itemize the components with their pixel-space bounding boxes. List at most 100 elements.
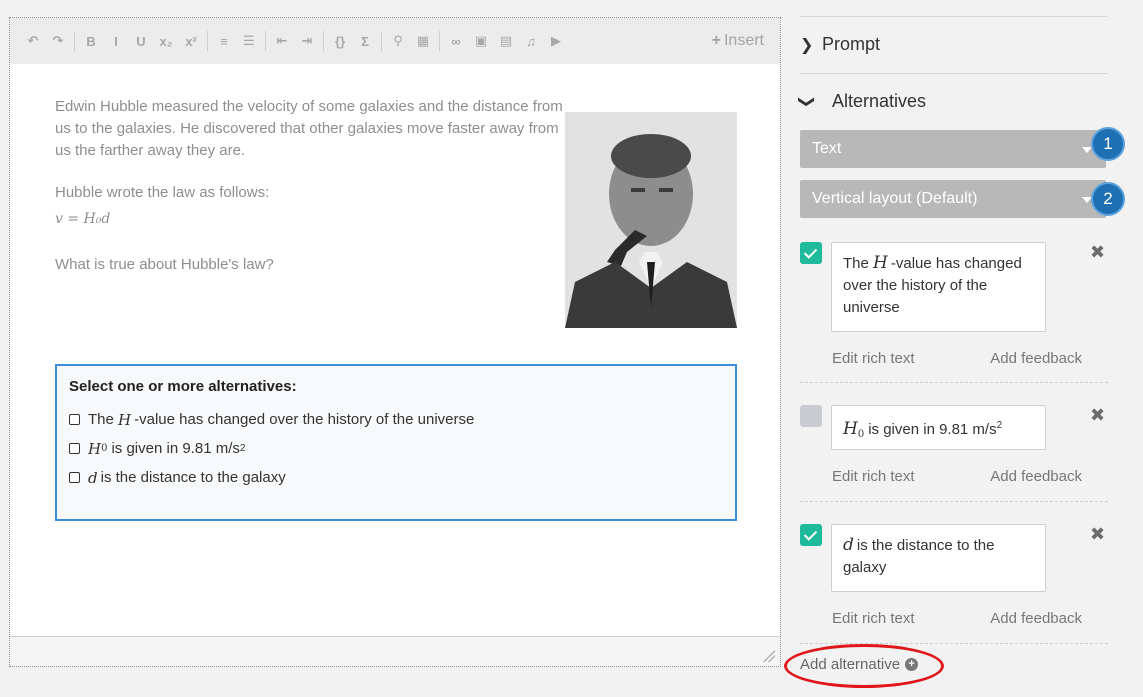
insert-button[interactable]: + Insert	[712, 32, 764, 50]
correct-checkbox[interactable]	[800, 524, 822, 546]
image-icon[interactable]: ▣	[470, 29, 492, 53]
layout-value: Vertical layout (Default)	[812, 190, 978, 207]
preview-alternative-1[interactable]: The H -value has changed over the histor…	[69, 405, 723, 434]
alternative-actions: Edit rich text Add feedback	[832, 350, 1082, 367]
alt1-text: -value has changed over the history of t…	[134, 411, 475, 428]
redo-icon[interactable]: ↷	[47, 29, 69, 53]
pdf-icon[interactable]: ▤	[495, 29, 517, 53]
remove-alternative-icon[interactable]: ✖	[1090, 242, 1105, 263]
bullet-list-icon[interactable]: ☰	[238, 29, 260, 53]
superscript-icon[interactable]: x²	[180, 29, 202, 53]
alt2-variable: H	[88, 439, 102, 458]
answer-type-dropdown[interactable]: Text	[800, 130, 1106, 168]
indent-icon[interactable]: ⇥	[296, 29, 318, 53]
toolbar-buttons: ↶ ↷ B I Ux₂ x² ≡ ☰ ⇤ ⇥ {} Σ ⚲ ▦ ∞ ▣ ▤ ♫ ▶	[22, 29, 570, 53]
chevron-down-icon: ❯	[798, 94, 815, 108]
alt-text: is the distance to the galaxy	[843, 537, 995, 576]
audio-icon[interactable]: ♫	[520, 29, 542, 53]
rich-text-editor[interactable]: ↶ ↷ B I Ux₂ x² ≡ ☰ ⇤ ⇥ {} Σ ⚲ ▦ ∞ ▣ ▤ ♫ ▶ + Insert Edwin H…	[9, 17, 781, 667]
undo-icon[interactable]: ↶	[22, 29, 44, 53]
toolbar-separator	[74, 31, 75, 51]
code-icon[interactable]: {}	[329, 29, 351, 53]
alt3-text: is the distance to the galaxy	[100, 469, 286, 486]
plus-circle-icon: +	[905, 658, 919, 671]
italic-icon[interactable]: I	[105, 29, 127, 53]
remove-alternative-icon[interactable]: ✖	[1090, 405, 1105, 426]
alt2-subscript: 0	[101, 443, 108, 454]
alternative-actions: Edit rich text Add feedback	[832, 610, 1082, 627]
editor-toolbar: ↶ ↷ B I Ux₂ x² ≡ ☰ ⇤ ⇥ {} Σ ⚲ ▦ ∞ ▣ ▤ ♫ ▶ + Insert	[10, 18, 780, 64]
math-icon[interactable]: Σ	[354, 29, 376, 53]
edit-rich-text-link[interactable]: Edit rich text	[832, 610, 915, 627]
preview-alternative-2[interactable]: H 0 is given in 9.81 m/s 2	[69, 434, 723, 463]
intro-paragraph: Edwin Hubble measured the velocity of so…	[55, 98, 563, 159]
question-prompt: What is true about Hubble's law?	[55, 256, 274, 273]
correct-checkbox[interactable]	[800, 242, 822, 264]
add-feedback-link[interactable]: Add feedback	[990, 350, 1082, 367]
edit-rich-text-link[interactable]: Edit rich text	[832, 468, 915, 485]
divider	[800, 382, 1108, 383]
alt2-superscript: 2	[239, 443, 246, 454]
question-box-title: Select one or more alternatives:	[69, 378, 297, 395]
toolbar-separator	[207, 31, 208, 51]
alt-text: is given in 9.81 m/s	[868, 421, 997, 438]
alt1-prefix: The	[88, 411, 114, 428]
edit-rich-text-link[interactable]: Edit rich text	[832, 350, 915, 367]
insert-label: Insert	[723, 32, 764, 49]
question-text: Edwin Hubble measured the velocity of so…	[55, 96, 575, 296]
chevron-right-icon: ❯	[800, 36, 814, 54]
toolbar-separator	[439, 31, 440, 51]
correct-checkbox[interactable]	[800, 405, 822, 427]
toolbar-separator	[381, 31, 382, 51]
hubble-formula: v = H₀d	[55, 211, 111, 227]
toolbar-separator	[265, 31, 266, 51]
divider	[800, 16, 1108, 17]
alt-subscript: 0	[857, 429, 865, 440]
preview-checkbox[interactable]	[69, 414, 80, 425]
underline-icon[interactable]: U	[130, 29, 152, 53]
subscript-icon[interactable]: x₂	[155, 29, 177, 53]
alt-text: -value has changed over the history of t…	[843, 255, 1022, 316]
toolbar-separator	[323, 31, 324, 51]
bold-icon[interactable]: B	[80, 29, 102, 53]
law-intro: Hubble wrote the law as follows:	[55, 184, 270, 201]
hubble-portrait-image	[565, 112, 737, 328]
alt1-variable: H	[118, 410, 132, 429]
prompt-label: Prompt	[822, 34, 881, 54]
resize-handle[interactable]	[763, 650, 775, 662]
alternative-actions: Edit rich text Add feedback	[832, 468, 1082, 485]
table-icon[interactable]: ▦	[412, 29, 434, 53]
attachment-icon[interactable]: ⚲	[387, 29, 409, 53]
remove-alternative-icon[interactable]: ✖	[1090, 524, 1105, 545]
plus-icon: +	[711, 32, 721, 49]
editor-statusbar	[10, 636, 780, 666]
video-icon[interactable]: ▶	[545, 29, 567, 53]
editor-content[interactable]: Edwin Hubble measured the velocity of so…	[10, 64, 780, 638]
preview-alternative-3[interactable]: d is the distance to the galaxy	[69, 463, 723, 492]
numbered-list-icon[interactable]: ≡	[213, 29, 235, 53]
alt-variable: H	[873, 253, 888, 273]
add-feedback-link[interactable]: Add feedback	[990, 610, 1082, 627]
outdent-icon[interactable]: ⇤	[271, 29, 293, 53]
prompt-section-header[interactable]: ❯ Prompt	[800, 34, 880, 55]
add-alternative-button[interactable]: Add alternative +	[800, 656, 919, 673]
preview-checkbox[interactable]	[69, 443, 80, 454]
alternative-text-field[interactable]: d is the distance to the galaxy	[831, 524, 1046, 592]
add-feedback-link[interactable]: Add feedback	[990, 468, 1082, 485]
preview-checkbox[interactable]	[69, 472, 80, 483]
layout-dropdown[interactable]: Vertical layout (Default)	[800, 180, 1106, 218]
alt2-text: is given in 9.81 m/s	[111, 440, 240, 457]
alternative-text-field[interactable]: H0 is given in 9.81 m/s2	[831, 405, 1046, 450]
alt-variable: d	[843, 535, 854, 555]
alt-prefix: The	[843, 255, 869, 272]
divider	[800, 73, 1108, 74]
alt-variable: H	[843, 419, 858, 439]
alternative-text-field[interactable]: The H -value has changed over the history…	[831, 242, 1046, 332]
callout-badge-2: 2	[1091, 182, 1125, 216]
link-icon[interactable]: ∞	[445, 29, 467, 53]
alt-superscript: 2	[996, 420, 1003, 431]
alternatives-section-header[interactable]: ❯ Alternatives	[798, 91, 927, 112]
answer-type-value: Text	[812, 140, 842, 157]
add-alternative-label: Add alternative	[800, 656, 901, 673]
alternatives-label: Alternatives	[832, 91, 927, 111]
